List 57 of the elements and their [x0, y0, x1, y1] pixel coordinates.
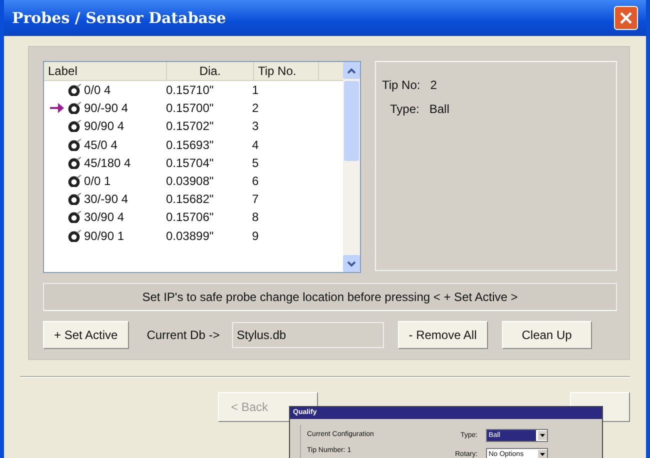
table-cell-text: 0.15700": [165, 101, 215, 116]
clean-up-button[interactable]: Clean Up: [502, 321, 592, 349]
table-cell-text: 1: [252, 83, 260, 98]
probe-icon: [68, 120, 82, 132]
table-cell[interactable]: 0/0 4: [84, 83, 111, 98]
table-cell[interactable]: 30/-90 4: [84, 192, 128, 206]
table-cell-text: 0.15702": [165, 119, 215, 134]
probe-icon: [68, 156, 82, 169]
arrow-icon: [50, 103, 64, 114]
current-db-field: Stylus.db: [232, 322, 384, 348]
column-header[interactable]: Label: [44, 62, 167, 80]
table-cell-text: 0.15710": [165, 83, 215, 98]
current-db-label: Current Db ->: [146, 328, 220, 342]
probe-icon: [68, 84, 82, 96]
table-cell-text: 0.15693": [165, 138, 215, 152]
table-cell-text: 5: [252, 156, 260, 170]
scroll-down-icon: [347, 260, 356, 266]
table-cell-text: 0.03899": [165, 228, 215, 243]
table-cell[interactable]: 45/0 4: [84, 138, 118, 152]
table-cell[interactable]: 90/-90 4: [84, 101, 128, 116]
table-cell-text: 0.15682": [165, 192, 215, 206]
probe-icon: [68, 102, 82, 114]
probe-icon: [68, 193, 82, 206]
detail-label: Tip No:: [382, 78, 420, 92]
table-cell-text: 8: [252, 210, 260, 224]
detail-label: Type:: [390, 102, 420, 116]
table-cell[interactable]: 45/180 4: [84, 156, 131, 170]
table-cell-text: 0.15704": [165, 156, 215, 170]
table-cell-text: 6: [252, 174, 260, 188]
table-cell-text: 2: [252, 101, 260, 116]
table-cell-text: 3: [252, 119, 260, 134]
table-cell-text: 9: [252, 228, 260, 243]
table-cell[interactable]: 90/90 4: [84, 119, 124, 134]
detail-value: Ball: [429, 102, 450, 116]
table-cell-text: 0.03908": [165, 174, 215, 188]
scroll-bar[interactable]: [343, 62, 360, 272]
probe-icon: [68, 138, 82, 151]
probe-icon: [68, 211, 82, 224]
table-cell[interactable]: 90/90 1: [84, 228, 124, 243]
table-cell-text: 0.15706": [165, 210, 215, 224]
table-cell-text: 4: [252, 138, 260, 152]
probe-icon: [68, 175, 82, 188]
close-button[interactable]: [614, 6, 638, 30]
remove-all-button[interactable]: - Remove All: [398, 321, 488, 349]
hint-text: Set IP's to safe probe change location before pressing < + Set Active >: [142, 290, 518, 304]
set-active-button[interactable]: + Set Active: [43, 321, 129, 349]
table-cell[interactable]: 30/90 4: [84, 210, 124, 224]
column-header[interactable]: Tip No.: [254, 62, 319, 80]
scroll-up-icon: [347, 68, 356, 74]
table-cell-text: 7: [252, 192, 260, 206]
column-header[interactable]: Dia.: [167, 62, 254, 80]
close-icon: [620, 12, 632, 24]
window-title: Probes / Sensor Database: [12, 9, 226, 27]
dropdown-arrow-icon: [538, 431, 547, 440]
detail-value: 2: [430, 78, 437, 92]
table-cell[interactable]: 0/0 1: [84, 174, 111, 188]
probe-icon: [68, 230, 82, 242]
